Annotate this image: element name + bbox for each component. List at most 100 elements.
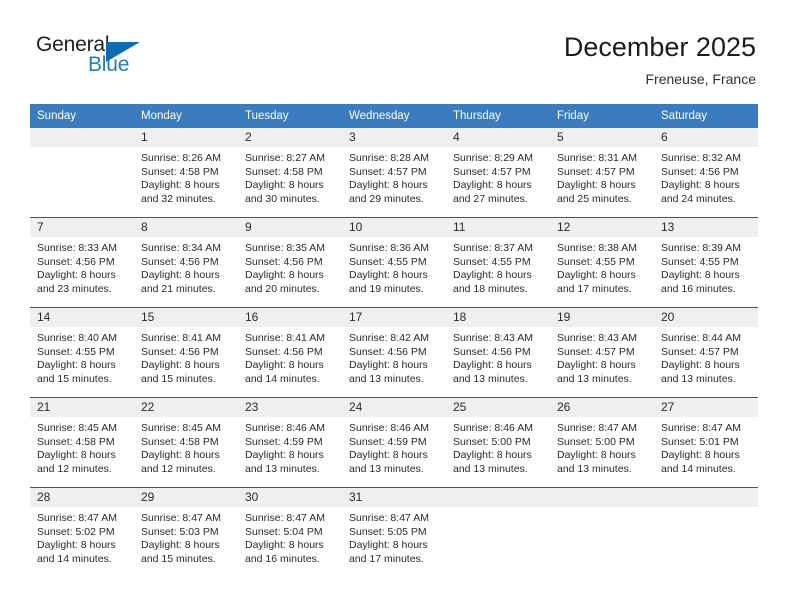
weekday-header-saturday: Saturday	[654, 104, 758, 128]
day-cell-inner: 20 Sunrise: 8:44 AM Sunset: 4:57 PM Dayligh…	[654, 308, 758, 397]
day-number: 14	[30, 308, 134, 327]
daylight-text-line2: and 12 minutes.	[37, 462, 112, 475]
day-details: Sunrise: 8:46 AM Sunset: 4:59 PM Daylight:…	[238, 417, 342, 476]
day-details: Sunrise: 8:33 AM Sunset: 4:56 PM Daylight:…	[30, 237, 134, 296]
day-details: Sunrise: 8:45 AM Sunset: 4:58 PM Daylight:…	[30, 417, 134, 476]
calendar-day-cell[interactable]: 14 Sunrise: 8:40 AM Sunset: 4:55 PM Dayligh…	[30, 307, 134, 398]
day-details: Sunrise: 8:34 AM Sunset: 4:56 PM Daylight:…	[134, 237, 238, 296]
sunrise-text: Sunrise: 8:40 AM	[37, 332, 117, 344]
daylight-text-line2: and 25 minutes.	[557, 192, 632, 205]
calendar-day-cell[interactable]: 31 Sunrise: 8:47 AM Sunset: 5:05 PM Dayligh…	[342, 487, 446, 577]
general-blue-logo[interactable]: General Blue	[36, 33, 146, 83]
day-cell-inner: 17 Sunrise: 8:42 AM Sunset: 4:56 PM Dayligh…	[342, 308, 446, 397]
calendar-day-cell[interactable]: 4 Sunrise: 8:29 AM Sunset: 4:57 PM Daylight…	[446, 128, 550, 218]
calendar-week-row: 21 Sunrise: 8:45 AM Sunset: 4:58 PM Dayligh…	[30, 397, 758, 488]
day-number	[446, 488, 550, 507]
calendar-day-cell[interactable]: 11 Sunrise: 8:37 AM Sunset: 4:55 PM Dayligh…	[446, 217, 550, 308]
day-number: 27	[654, 398, 758, 417]
sunrise-text: Sunrise: 8:41 AM	[141, 332, 221, 344]
day-details: Sunrise: 8:26 AM Sunset: 4:58 PM Daylight:…	[134, 147, 238, 206]
daylight-text-line2: and 13 minutes.	[245, 462, 320, 475]
daylight-text-line2: and 20 minutes.	[245, 282, 320, 295]
calendar-day-cell[interactable]: 27 Sunrise: 8:47 AM Sunset: 5:01 PM Dayligh…	[654, 397, 758, 488]
day-cell-inner: 1 Sunrise: 8:26 AM Sunset: 4:58 PM Daylight…	[134, 128, 238, 217]
calendar-day-cell[interactable]: 3 Sunrise: 8:28 AM Sunset: 4:57 PM Daylight…	[342, 128, 446, 218]
daylight-text-line1: Daylight: 8 hours	[245, 539, 324, 552]
title-block: December 2025 Freneuse, France	[564, 30, 756, 88]
day-details: Sunrise: 8:47 AM Sunset: 5:02 PM Daylight:…	[30, 507, 134, 566]
day-details: Sunrise: 8:31 AM Sunset: 4:57 PM Daylight:…	[550, 147, 654, 206]
day-cell-inner: 12 Sunrise: 8:38 AM Sunset: 4:55 PM Dayligh…	[550, 218, 654, 307]
calendar-day-cell[interactable]: 22 Sunrise: 8:45 AM Sunset: 4:58 PM Dayligh…	[134, 397, 238, 488]
calendar-day-cell[interactable]: 13 Sunrise: 8:39 AM Sunset: 4:55 PM Dayligh…	[654, 217, 758, 308]
day-number: 7	[30, 218, 134, 237]
daylight-text-line2: and 16 minutes.	[661, 282, 736, 295]
daylight-text-line1: Daylight: 8 hours	[453, 449, 532, 462]
daylight-text-line1: Daylight: 8 hours	[245, 359, 324, 372]
calendar-day-cell[interactable]: 28 Sunrise: 8:47 AM Sunset: 5:02 PM Dayligh…	[30, 487, 134, 577]
calendar-day-cell[interactable]: 2 Sunrise: 8:27 AM Sunset: 4:58 PM Daylight…	[238, 128, 342, 218]
calendar-day-cell[interactable]: 1 Sunrise: 8:26 AM Sunset: 4:58 PM Daylight…	[134, 128, 238, 218]
daylight-text-line2: and 23 minutes.	[37, 282, 112, 295]
sunset-text: Sunset: 4:56 PM	[453, 345, 531, 358]
daylight-text-line1: Daylight: 8 hours	[37, 539, 116, 552]
calendar-day-cell[interactable]: 29 Sunrise: 8:47 AM Sunset: 5:03 PM Dayligh…	[134, 487, 238, 577]
calendar-day-cell[interactable]: 19 Sunrise: 8:43 AM Sunset: 4:57 PM Dayligh…	[550, 307, 654, 398]
sunset-text: Sunset: 4:58 PM	[245, 165, 323, 178]
day-details: Sunrise: 8:44 AM Sunset: 4:57 PM Daylight:…	[654, 327, 758, 386]
daylight-text-line1: Daylight: 8 hours	[557, 449, 636, 462]
daylight-text-line1: Daylight: 8 hours	[141, 179, 220, 192]
calendar-day-cell[interactable]: 17 Sunrise: 8:42 AM Sunset: 4:56 PM Dayligh…	[342, 307, 446, 398]
calendar-day-cell[interactable]: 15 Sunrise: 8:41 AM Sunset: 4:56 PM Dayligh…	[134, 307, 238, 398]
sunset-text: Sunset: 4:59 PM	[245, 435, 323, 448]
calendar-day-cell[interactable]: 25 Sunrise: 8:46 AM Sunset: 5:00 PM Dayligh…	[446, 397, 550, 488]
sunset-text: Sunset: 4:56 PM	[141, 255, 219, 268]
calendar-day-cell[interactable]: 24 Sunrise: 8:46 AM Sunset: 4:59 PM Dayligh…	[342, 397, 446, 488]
day-number: 17	[342, 308, 446, 327]
day-number: 12	[550, 218, 654, 237]
sunset-text: Sunset: 5:00 PM	[557, 435, 635, 448]
daylight-text-line2: and 14 minutes.	[245, 372, 320, 385]
calendar-day-cell[interactable]: 26 Sunrise: 8:47 AM Sunset: 5:00 PM Dayligh…	[550, 397, 654, 488]
day-number: 30	[238, 488, 342, 507]
daylight-text-line1: Daylight: 8 hours	[661, 179, 740, 192]
daylight-text-line1: Daylight: 8 hours	[245, 179, 324, 192]
sunset-text: Sunset: 4:56 PM	[245, 255, 323, 268]
daylight-text-line1: Daylight: 8 hours	[349, 269, 428, 282]
sunrise-text: Sunrise: 8:36 AM	[349, 242, 429, 254]
day-cell-inner: 15 Sunrise: 8:41 AM Sunset: 4:56 PM Dayligh…	[134, 308, 238, 397]
day-details: Sunrise: 8:35 AM Sunset: 4:56 PM Daylight:…	[238, 237, 342, 296]
weekday-header-sunday: Sunday	[30, 104, 134, 128]
day-number: 4	[446, 128, 550, 147]
sunrise-text: Sunrise: 8:39 AM	[661, 242, 741, 254]
day-cell-inner: 16 Sunrise: 8:41 AM Sunset: 4:56 PM Dayligh…	[238, 308, 342, 397]
daylight-text-line2: and 13 minutes.	[349, 372, 424, 385]
calendar-day-cell[interactable]: 12 Sunrise: 8:38 AM Sunset: 4:55 PM Dayligh…	[550, 217, 654, 308]
calendar-day-cell[interactable]: 21 Sunrise: 8:45 AM Sunset: 4:58 PM Dayligh…	[30, 397, 134, 488]
calendar-day-cell[interactable]: 5 Sunrise: 8:31 AM Sunset: 4:57 PM Daylight…	[550, 128, 654, 218]
calendar-day-cell[interactable]: 10 Sunrise: 8:36 AM Sunset: 4:55 PM Dayligh…	[342, 217, 446, 308]
calendar-day-cell[interactable]: 30 Sunrise: 8:47 AM Sunset: 5:04 PM Dayligh…	[238, 487, 342, 577]
calendar-day-cell[interactable]: 9 Sunrise: 8:35 AM Sunset: 4:56 PM Daylight…	[238, 217, 342, 308]
calendar-day-cell[interactable]: 20 Sunrise: 8:44 AM Sunset: 4:57 PM Dayligh…	[654, 307, 758, 398]
calendar-day-cell[interactable]: 18 Sunrise: 8:43 AM Sunset: 4:56 PM Dayligh…	[446, 307, 550, 398]
calendar-day-cell[interactable]: 23 Sunrise: 8:46 AM Sunset: 4:59 PM Dayligh…	[238, 397, 342, 488]
day-cell-inner: 14 Sunrise: 8:40 AM Sunset: 4:55 PM Dayligh…	[30, 308, 134, 397]
sunrise-text: Sunrise: 8:28 AM	[349, 152, 429, 164]
calendar-day-cell[interactable]: 7 Sunrise: 8:33 AM Sunset: 4:56 PM Daylight…	[30, 217, 134, 308]
calendar-day-cell[interactable]: 6 Sunrise: 8:32 AM Sunset: 4:56 PM Daylight…	[654, 128, 758, 218]
day-details: Sunrise: 8:47 AM Sunset: 5:03 PM Daylight:…	[134, 507, 238, 566]
day-details: Sunrise: 8:43 AM Sunset: 4:57 PM Daylight:…	[550, 327, 654, 386]
day-number	[550, 488, 654, 507]
day-number	[30, 128, 134, 147]
sunrise-text: Sunrise: 8:47 AM	[141, 512, 221, 524]
calendar-cell-empty	[654, 487, 758, 577]
daylight-text-line1: Daylight: 8 hours	[37, 359, 116, 372]
daylight-text-line2: and 13 minutes.	[661, 372, 736, 385]
sunset-text: Sunset: 4:55 PM	[349, 255, 427, 268]
calendar-day-cell[interactable]: 8 Sunrise: 8:34 AM Sunset: 4:56 PM Daylight…	[134, 217, 238, 308]
calendar-day-cell[interactable]: 16 Sunrise: 8:41 AM Sunset: 4:56 PM Dayligh…	[238, 307, 342, 398]
day-cell-inner: 25 Sunrise: 8:46 AM Sunset: 5:00 PM Dayligh…	[446, 398, 550, 487]
daylight-text-line1: Daylight: 8 hours	[141, 449, 220, 462]
day-details: Sunrise: 8:47 AM Sunset: 5:04 PM Daylight:…	[238, 507, 342, 566]
